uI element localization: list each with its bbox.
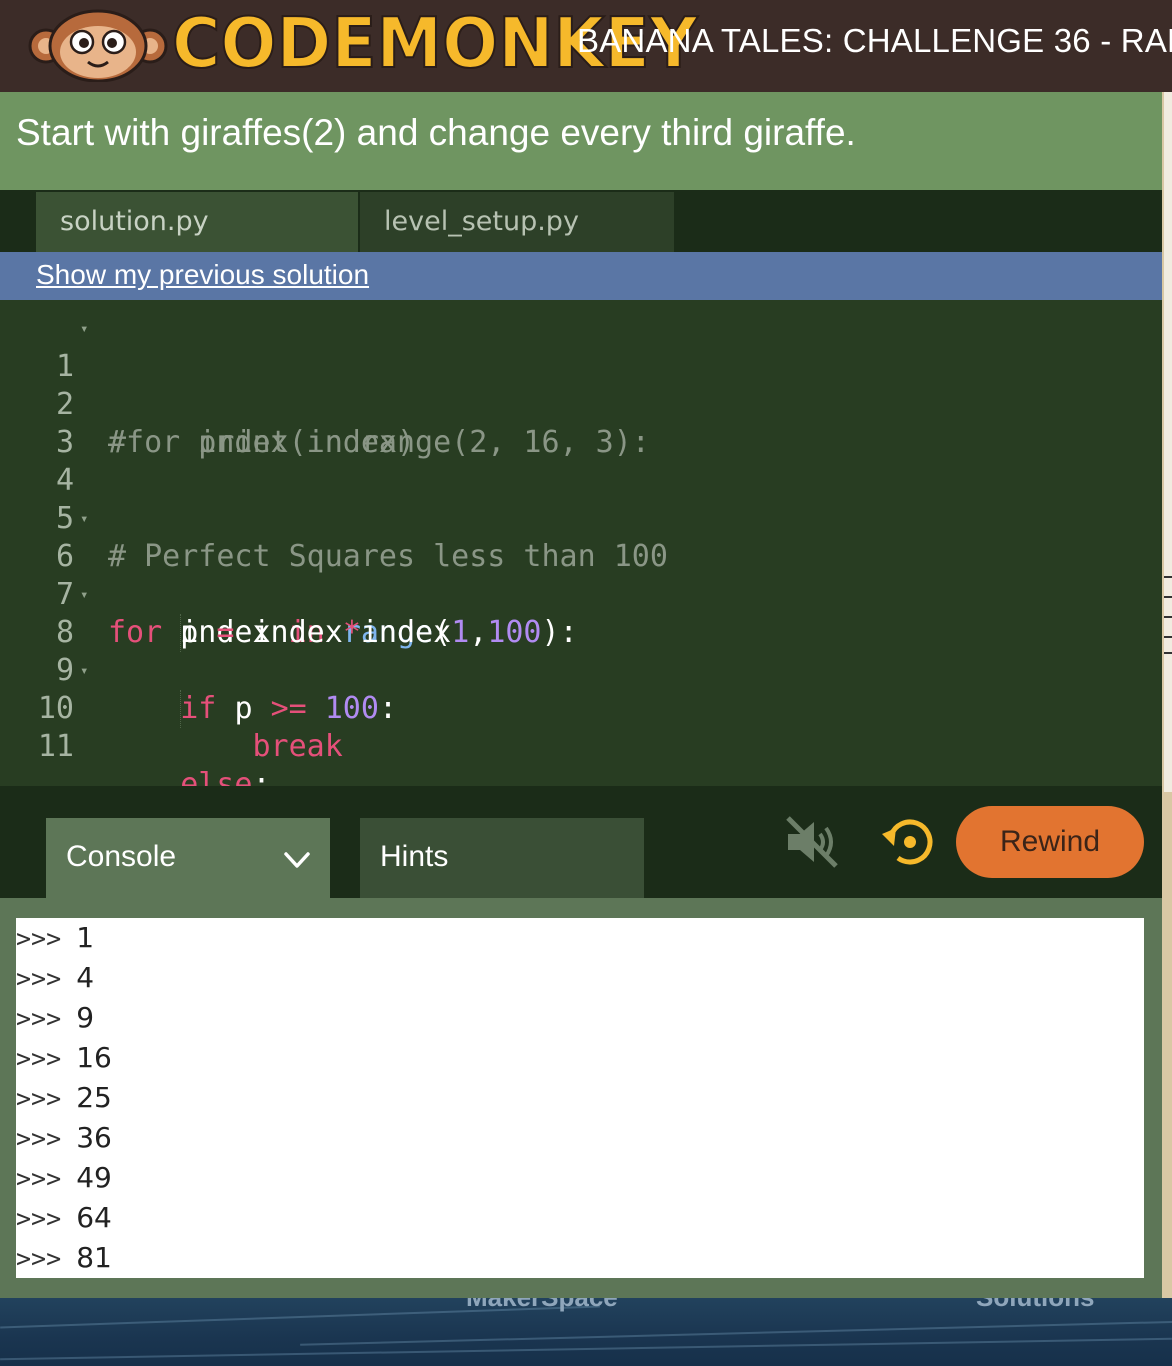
console-value: 64 <box>76 1201 112 1234</box>
console-prompt: >>> <box>16 1124 77 1153</box>
console-value: 49 <box>76 1161 112 1194</box>
level-title: BANANA TALES: CHALLENGE 36 - RANGE <box>577 22 1172 59</box>
code-line: 3 <box>0 386 1162 460</box>
tab-console[interactable]: Console <box>46 818 330 898</box>
console-prompt: >>> <box>16 1244 77 1273</box>
console-tab-label: Console <box>66 840 177 873</box>
console-prompt: >>> <box>16 1084 77 1113</box>
line-number: 11 <box>37 729 74 764</box>
reset-icon[interactable] <box>878 812 938 872</box>
console-line: >>> 9 <box>16 998 94 1038</box>
fold-arrow-icon[interactable]: ▾ <box>80 310 88 348</box>
console-line: >>> 16 <box>16 1038 112 1078</box>
fold-arrow-icon[interactable]: ▾ <box>80 500 88 538</box>
tab-hints[interactable]: Hints <box>360 818 644 898</box>
code-editor: solution.py level_setup.py Show my previ… <box>0 190 1162 840</box>
tab-level-setup-py[interactable]: level_setup.py <box>360 192 674 252</box>
instructions-banner: Start with giraffes(2) and change every … <box>0 92 1162 190</box>
console-controls-bar: Console Hints Rewind <box>0 786 1162 898</box>
code-line: 8 ▾ if p >= 100: <box>0 576 1162 726</box>
code-line: 7 p = index*index <box>0 538 1162 650</box>
code-area[interactable]: 1 ▾ #for index in range(2, 16, 3): 2 # p… <box>0 300 1162 840</box>
rewind-button[interactable]: Rewind <box>956 806 1144 878</box>
console-prompt: >>> <box>16 1044 77 1073</box>
console-value: 81 <box>76 1241 112 1274</box>
console-prompt: >>> <box>16 964 77 993</box>
console-value: 16 <box>76 1041 112 1074</box>
code-line: 1 ▾ #for index in range(2, 16, 3): <box>0 310 1162 460</box>
console-value: 4 <box>76 961 95 994</box>
console-prompt: >>> <box>16 1004 77 1033</box>
game-background: MakerSpace Solutions <box>0 1298 1172 1366</box>
console-line: >>> 25 <box>16 1078 112 1118</box>
makerspace-link[interactable]: MakerSpace <box>466 1298 618 1313</box>
instructions-text: Start with giraffes(2) and change every … <box>16 112 856 153</box>
show-previous-solution-link[interactable]: Show my previous solution <box>36 259 369 291</box>
code-line: 6 ▾ for index in range(1,100): <box>0 500 1162 650</box>
console-prompt: >>> <box>16 1204 77 1233</box>
fold-arrow-icon[interactable]: ▾ <box>80 652 88 690</box>
game-view-edge <box>1162 92 1172 1302</box>
code-line: 10 ▾ else: <box>0 652 1162 802</box>
top-bar: CODEMONKEY BANANA TALES: CHALLENGE 36 - … <box>0 0 1172 92</box>
solutions-link[interactable]: Solutions <box>976 1298 1094 1313</box>
file-tabs-bar: solution.py level_setup.py <box>0 190 1162 252</box>
code-line: 9 break <box>0 614 1162 764</box>
tab-solution-py[interactable]: solution.py <box>36 192 358 252</box>
console-value: 25 <box>76 1081 112 1114</box>
mute-icon[interactable] <box>782 812 842 872</box>
console-value: 36 <box>76 1121 112 1154</box>
console-prompt: >>> <box>16 1164 77 1193</box>
console-line: >>> 4 <box>16 958 94 998</box>
console-panel: >>> 1 >>> 4 >>> 9 >>> 16 >>> 25 >>> 36 >>> 49 >… <box>0 898 1162 1298</box>
code-line: 11 print p <box>0 690 1162 840</box>
console-line: >>> 1 <box>16 918 94 958</box>
code-line: 4 <box>0 424 1162 498</box>
code-line: 2 # print(index) <box>0 348 1162 460</box>
console-output: >>> 1 >>> 4 >>> 9 >>> 16 >>> 25 >>> 36 >>> 49 >… <box>16 918 1144 1278</box>
console-prompt: >>> <box>16 924 77 953</box>
console-value: 9 <box>76 1001 95 1034</box>
monkey-logo-icon <box>28 9 168 82</box>
previous-solution-bar: Show my previous solution <box>0 252 1162 300</box>
chevron-down-icon[interactable] <box>282 844 312 874</box>
hints-tab-label: Hints <box>380 840 449 873</box>
console-line: >>> 49 <box>16 1158 112 1198</box>
console-line: >>> 81 <box>16 1238 112 1278</box>
console-value: 1 <box>76 921 95 954</box>
code-text: break <box>252 729 343 764</box>
console-line: >>> 36 <box>16 1118 112 1158</box>
fold-arrow-icon[interactable]: ▾ <box>80 576 88 614</box>
code-line: 5 # Perfect Squares less than 100 <box>0 462 1162 574</box>
console-line: >>> 64 <box>16 1198 112 1238</box>
